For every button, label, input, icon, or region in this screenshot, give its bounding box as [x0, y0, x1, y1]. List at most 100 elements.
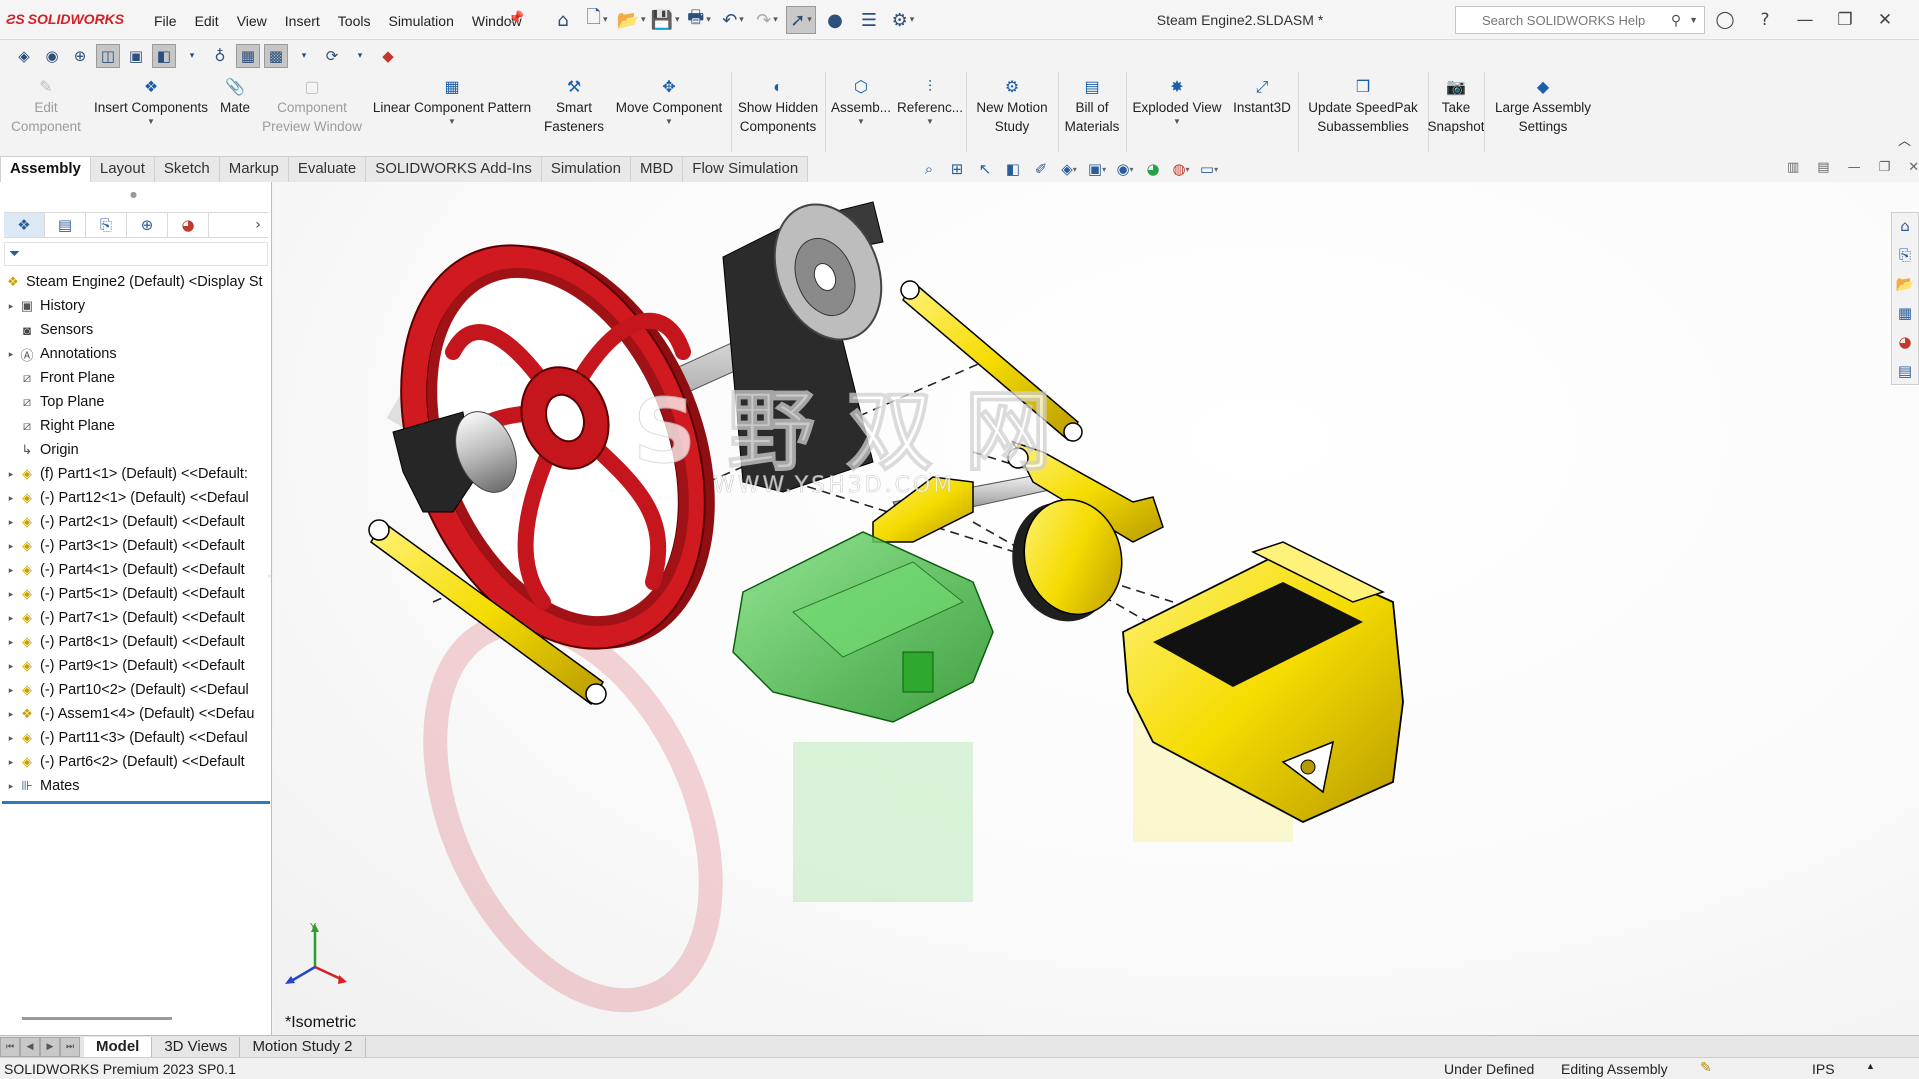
- tab-sketch[interactable]: Sketch: [153, 156, 220, 182]
- restore-icon[interactable]: ❐: [1832, 8, 1858, 32]
- view-palette-icon[interactable]: ▦: [1892, 300, 1918, 326]
- zoom-to-fit-icon[interactable]: ◉: [40, 44, 64, 68]
- tree-item-part[interactable]: ▸ ◈ (-) Part4<1> (Default) <<Default: [0, 558, 272, 582]
- first-tab-icon[interactable]: ⏮: [0, 1036, 20, 1057]
- edit-component-button[interactable]: ✎ Edit Component: [6, 76, 86, 136]
- mate-button[interactable]: 📎 Mate: [214, 76, 256, 117]
- tree-item-part[interactable]: ▸ ◈ (-) Part12<1> (Default) <<Defaul: [0, 486, 272, 510]
- display-manager-tab-icon[interactable]: ◕: [168, 213, 209, 237]
- tile-left-icon[interactable]: ▥: [1787, 160, 1799, 175]
- tab-layout[interactable]: Layout: [89, 156, 155, 182]
- appearance-icon[interactable]: ◧: [152, 44, 176, 68]
- expand-icon[interactable]: ▸: [4, 661, 18, 672]
- tree-item-part[interactable]: ▸ ◈ (f) Part1<1> (Default) <<Default:: [0, 462, 272, 486]
- expand-icon[interactable]: ▸: [4, 613, 18, 624]
- exploded-view-button[interactable]: ✸ Exploded View ▼: [1128, 76, 1226, 127]
- graphics-area[interactable]: S 野 双 网 WWW.YSH3D.COM Y *Isometric ⌂ ⎘ 📂…: [273, 182, 1919, 1035]
- tab-3d-views[interactable]: 3D Views: [152, 1036, 241, 1057]
- smart-fasteners-button[interactable]: ⚒ Smart Fasteners: [538, 76, 610, 136]
- move-component-button[interactable]: ✥ Move Component ▼: [610, 76, 728, 127]
- file-explorer-icon[interactable]: 📂: [1892, 271, 1918, 297]
- chevron-up-icon[interactable]: ▲: [1866, 1061, 1875, 1071]
- menu-simulation[interactable]: Simulation: [379, 13, 462, 29]
- tab-evaluate[interactable]: Evaluate: [287, 156, 367, 182]
- previous-tab-icon[interactable]: ◀: [20, 1036, 40, 1057]
- tree-item-part[interactable]: ▸ ◈ (-) Part6<2> (Default) <<Default: [0, 750, 272, 774]
- apply-scene-icon[interactable]: ◍: [1170, 158, 1192, 180]
- chevron-down-icon[interactable]: ▼: [926, 117, 934, 127]
- chevron-down-icon[interactable]: ▼: [147, 117, 155, 127]
- tab-assembly[interactable]: Assembly: [0, 156, 91, 182]
- file-properties-icon[interactable]: ☰: [854, 6, 884, 34]
- expand-icon[interactable]: ▸: [4, 757, 18, 768]
- chevron-down-icon[interactable]: ▾: [348, 44, 372, 68]
- lamp-icon[interactable]: ♁: [208, 44, 232, 68]
- horizontal-scrollbar[interactable]: [22, 1017, 172, 1020]
- component-preview-window-button[interactable]: ▢ Component Preview Window: [262, 76, 362, 136]
- tree-root[interactable]: ❖ Steam Engine2 (Default) <Display St: [0, 270, 272, 294]
- expand-icon[interactable]: ▸: [4, 349, 18, 360]
- expand-icon[interactable]: ▸: [4, 685, 18, 696]
- menu-tools[interactable]: Tools: [329, 13, 380, 29]
- chevron-down-icon[interactable]: ▼: [1689, 15, 1698, 25]
- instant3d-button[interactable]: ⤢ Instant3D: [1228, 76, 1296, 117]
- tab-simulation[interactable]: Simulation: [540, 156, 631, 182]
- section-view-icon[interactable]: ◫: [96, 44, 120, 68]
- expand-icon[interactable]: ▸: [4, 517, 18, 528]
- custom-properties-icon[interactable]: ▤: [1892, 358, 1918, 384]
- tab-model[interactable]: Model: [84, 1036, 153, 1057]
- tree-item-part[interactable]: ▸ ◈ (-) Part3<1> (Default) <<Default: [0, 534, 272, 558]
- edit-appearance-icon[interactable]: ◕: [1142, 158, 1164, 180]
- view-settings-icon[interactable]: ▭: [1198, 158, 1220, 180]
- zoom-area-icon[interactable]: ⊕: [68, 44, 92, 68]
- expand-icon[interactable]: ▸: [4, 709, 18, 720]
- tree-item-part[interactable]: ▸ ◈ (-) Part5<1> (Default) <<Default: [0, 582, 272, 606]
- help-search-box[interactable]: Search SOLIDWORKS Help ⚲ ▼: [1455, 6, 1705, 34]
- appearances-icon[interactable]: ◕: [1892, 329, 1918, 355]
- tree-item-annotations[interactable]: ▸ Ⓐ Annotations: [0, 342, 272, 366]
- design-library-icon[interactable]: ⎘: [1892, 242, 1918, 268]
- tree-item-mates[interactable]: ▸ ⊪ Mates: [0, 774, 272, 798]
- tree-item-top-plane[interactable]: ⧄ Top Plane: [0, 390, 272, 414]
- configuration-manager-tab-icon[interactable]: ⎘: [86, 213, 127, 237]
- dynamic-annotation-icon[interactable]: ✐: [1030, 158, 1052, 180]
- expand-icon[interactable]: ▸: [4, 301, 18, 312]
- collapse-ribbon-icon[interactable]: ︿: [1898, 130, 1911, 149]
- tree-item-part[interactable]: ▸ ◈ (-) Part9<1> (Default) <<Default: [0, 654, 272, 678]
- tab-markup[interactable]: Markup: [218, 156, 289, 182]
- expand-icon[interactable]: ▸: [4, 733, 18, 744]
- tab-solidworks-addins[interactable]: SOLIDWORKS Add-Ins: [365, 156, 542, 182]
- restore-icon[interactable]: ❐: [1879, 160, 1891, 175]
- chevron-down-icon[interactable]: ▾: [292, 44, 316, 68]
- hide-show-icon[interactable]: ▦: [236, 44, 260, 68]
- tree-item-part[interactable]: ▸ ◈ (-) Part2<1> (Default) <<Default: [0, 510, 272, 534]
- menu-edit[interactable]: Edit: [186, 13, 228, 29]
- pin-menu-icon[interactable]: 📌: [508, 11, 524, 26]
- view-orientation-icon[interactable]: ◈: [12, 44, 36, 68]
- search-icon[interactable]: ⚲: [1671, 12, 1681, 29]
- filter-icon[interactable]: ⏷: [9, 246, 20, 262]
- new-document-icon[interactable]: 🗋: [582, 6, 612, 34]
- tree-item-part[interactable]: ▸ ◈ (-) Part7<1> (Default) <<Default: [0, 606, 272, 630]
- show-hidden-components-button[interactable]: ◐ Show Hidden Components: [733, 76, 823, 136]
- minimize-icon[interactable]: —: [1848, 160, 1861, 175]
- tile-right-icon[interactable]: ▤: [1817, 160, 1829, 175]
- tree-item-right-plane[interactable]: ⧄ Right Plane: [0, 414, 272, 438]
- tree-item-subassembly[interactable]: ▸ ❖ (-) Assem1<4> (Default) <<Defau: [0, 702, 272, 726]
- insert-components-button[interactable]: ❖ Insert Components ▼: [90, 76, 212, 127]
- minimize-icon[interactable]: —: [1792, 8, 1818, 32]
- shadows-icon[interactable]: ▩: [264, 44, 288, 68]
- tab-flow-simulation[interactable]: Flow Simulation: [682, 156, 809, 182]
- expand-icon[interactable]: ▸: [4, 589, 18, 600]
- last-tab-icon[interactable]: ⏭: [60, 1036, 80, 1057]
- expand-icon[interactable]: ▸: [4, 493, 18, 504]
- save-icon[interactable]: 💾: [650, 6, 680, 34]
- new-motion-study-button[interactable]: ⚙ New Motion Study: [968, 76, 1056, 136]
- next-tab-icon[interactable]: ▶: [40, 1036, 60, 1057]
- expand-icon[interactable]: ▸: [4, 781, 18, 792]
- expand-icon[interactable]: ▸: [4, 637, 18, 648]
- realview-icon[interactable]: ◆: [376, 44, 400, 68]
- open-icon[interactable]: 📂: [616, 6, 646, 34]
- menu-view[interactable]: View: [228, 13, 276, 29]
- take-snapshot-button[interactable]: 📷 Take Snapshot: [1427, 76, 1484, 136]
